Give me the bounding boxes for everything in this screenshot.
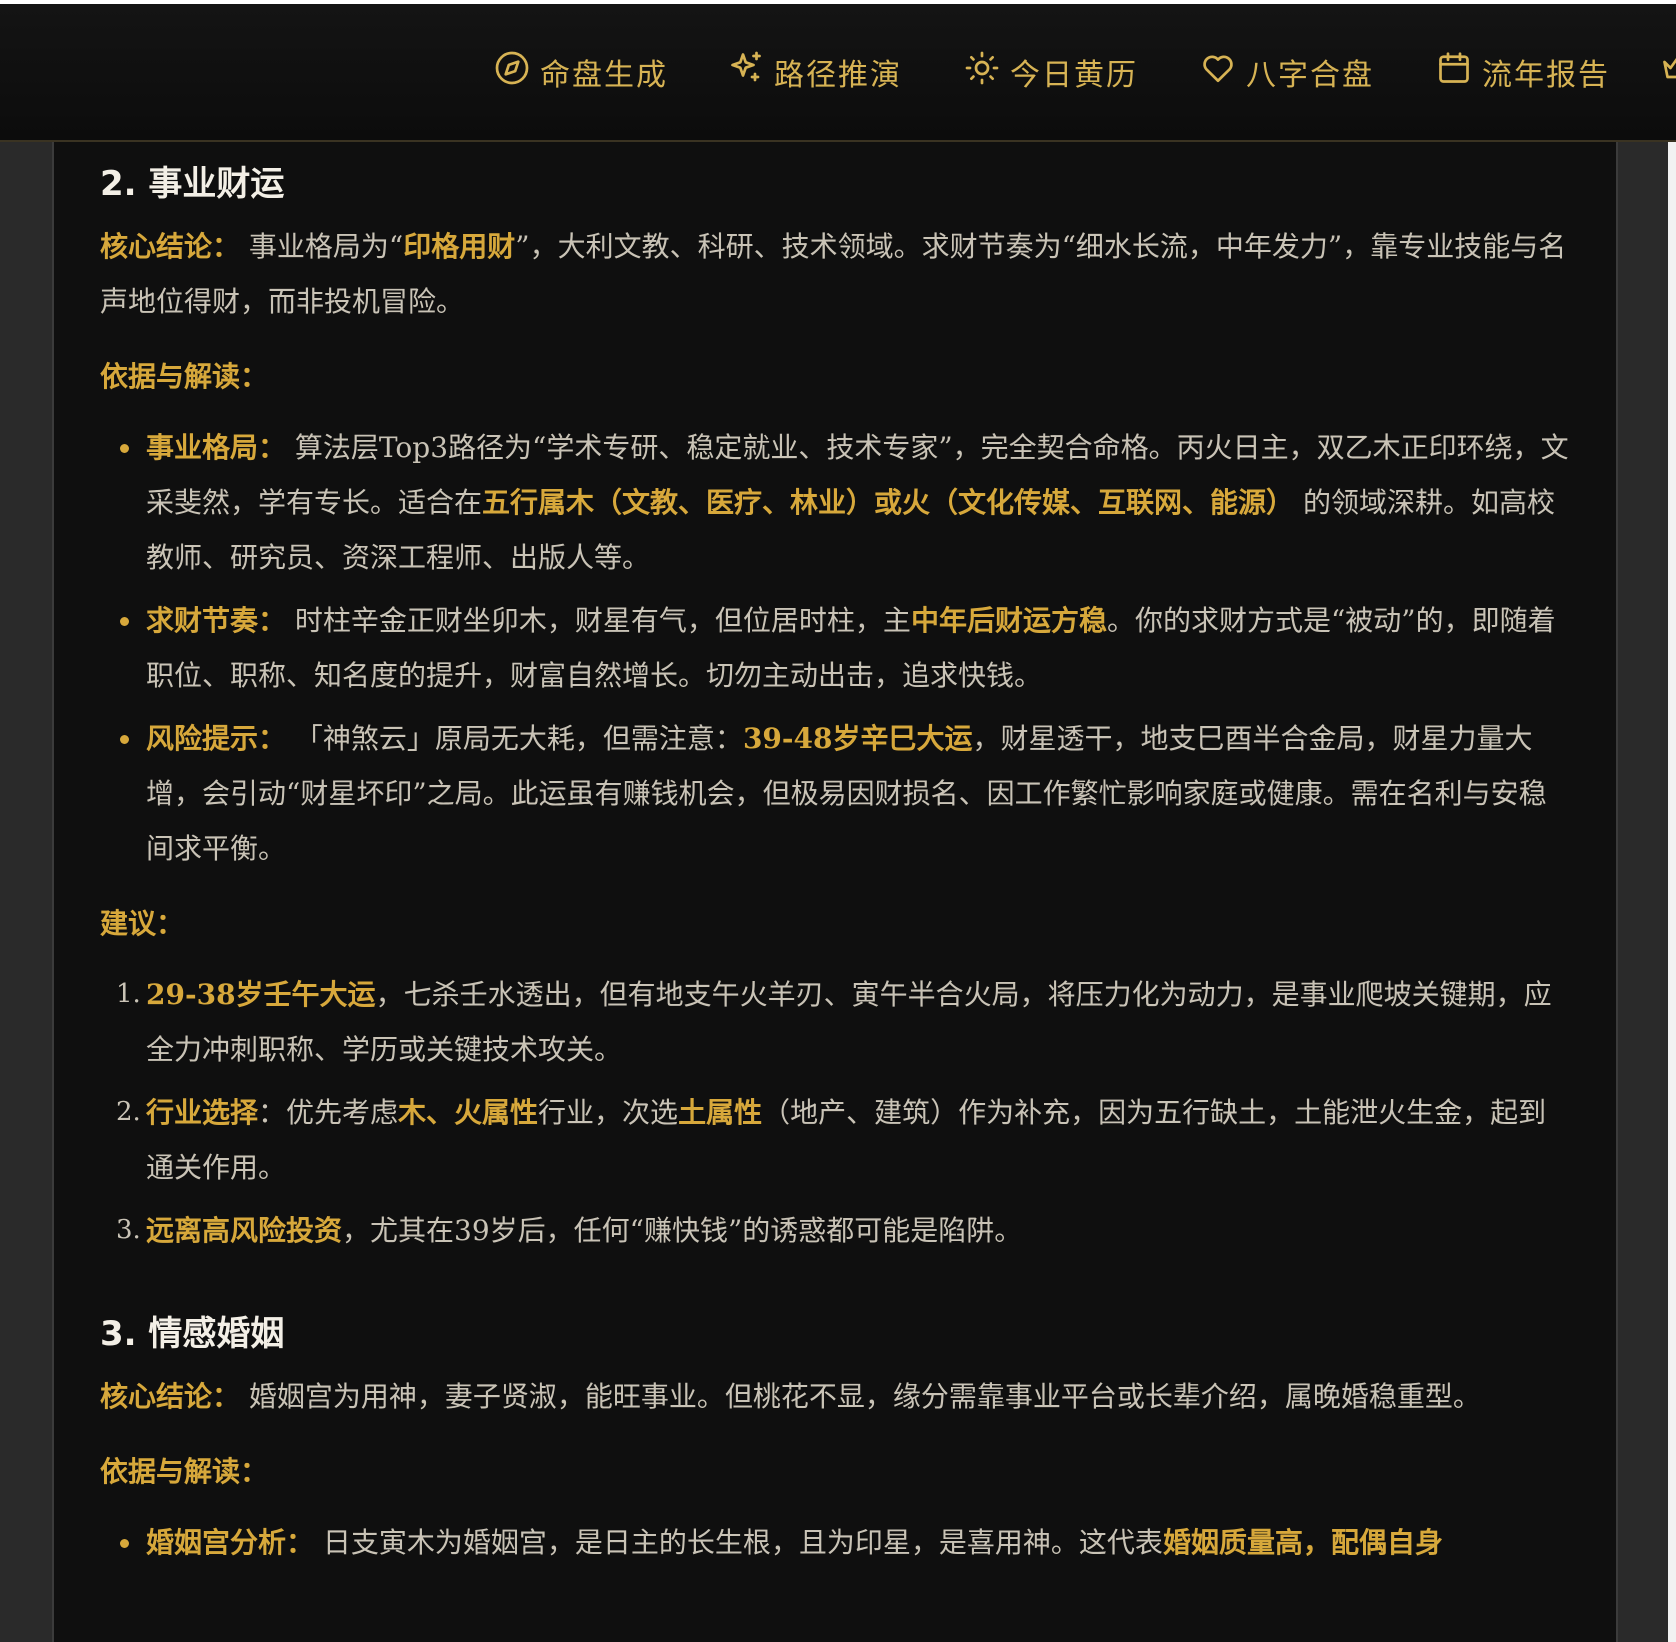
nav-path-deduce[interactable]: 路径推演 — [728, 44, 902, 100]
bullet-label: 求财节奏： — [146, 604, 287, 637]
core-conclusion: 核心结论： 婚姻宫为用神，妻子贤淑，能旺事业。但桃花不显，缘分需靠事业平台或长辈… — [100, 1369, 1570, 1424]
basis-list: 婚姻宫分析： 日支寅木为婚姻宫，是日主的长生根，且为印星，是喜用神。这代表婚姻质… — [100, 1515, 1570, 1570]
core-conclusion: 核心结论： 事业格局为“印格用财”，大利文教、科研、技术领域。求财节奏为“细水长… — [100, 219, 1570, 329]
advice-text: ，尤其在39岁后，任何“赚快钱”的诱惑都可能是陷阱。 — [342, 1214, 1023, 1247]
nav-more-truncated[interactable] — [1660, 44, 1676, 100]
section-title-career: 2. 事业财运 — [100, 164, 285, 204]
sun-icon — [964, 50, 1000, 94]
app-viewport: 2. 事业财运 核心结论： 事业格局为“印格用财”，大利文教、科研、技术领域。求… — [0, 4, 1676, 1642]
core-text: 事业格局为“ — [248, 230, 404, 263]
basis-heading: 依据与解读： — [100, 360, 269, 393]
nav-label: 今日黄历 — [1010, 58, 1138, 93]
calendar-icon — [1436, 50, 1472, 94]
bullet-highlight: 五行属木（文教、医疗、林业）或火（文化传媒、互联网、能源） — [482, 486, 1295, 519]
list-number: 3. — [116, 1215, 141, 1245]
section-title-marriage: 3. 情感婚姻 — [100, 1314, 285, 1354]
advice-highlight: 行业选择 — [146, 1096, 259, 1129]
bullet-label: 事业格局： — [146, 431, 287, 464]
report-content: 2. 事业财运 核心结论： 事业格局为“印格用财”，大利文教、科研、技术领域。求… — [100, 156, 1570, 1578]
bullet-text: 日支寅木为婚姻宫，是日主的长生根，且为印星，是喜用神。这代表 — [322, 1526, 1163, 1559]
nav-label: 八字合盘 — [1246, 58, 1374, 93]
advice-text-2: 行业，次选 — [538, 1096, 679, 1129]
core-highlight: 印格用财 — [403, 230, 516, 263]
report-panel: 2. 事业财运 核心结论： 事业格局为“印格用财”，大利文教、科研、技术领域。求… — [52, 4, 1618, 1642]
bullet-highlight: 中年后财运方稳 — [910, 604, 1107, 637]
list-item: 风险提示： 「神煞云」原局无大耗，但需注意：39-48岁辛巳大运，财星透干，地支… — [100, 711, 1570, 876]
list-item: 3. 远离高风险投资，尤其在39岁后，任何“赚快钱”的诱惑都可能是陷阱。 — [100, 1203, 1570, 1258]
list-item: 1. 29-38岁壬午大运，七杀壬水透出，但有地支午火羊刃、寅午半合火局，将压力… — [100, 967, 1570, 1077]
nav-almanac[interactable]: 今日黄历 — [964, 44, 1138, 100]
advice-list: 1. 29-38岁壬午大运，七杀壬水透出，但有地支午火羊刃、寅午半合火局，将压力… — [100, 967, 1570, 1258]
bullet-label: 风险提示： — [146, 722, 287, 755]
heart-icon — [1200, 50, 1236, 94]
advice-highlight: 远离高风险投资 — [146, 1214, 343, 1247]
compass-icon — [494, 50, 530, 94]
list-item: 2. 行业选择：优先考虑木、火属性行业，次选土属性（地产、建筑）作为补充，因为五… — [100, 1085, 1570, 1195]
scrollbar-track[interactable] — [1668, 4, 1676, 1642]
sparkles-icon — [728, 50, 764, 94]
bullet-text: 时柱辛金正财坐卯木，财星有气，但位居时柱，主 — [294, 604, 911, 637]
nav-label: 命盘生成 — [540, 58, 668, 93]
advice-text: ：优先考虑 — [258, 1096, 399, 1129]
bullet-highlight: 婚姻质量高，配偶自身 — [1162, 1526, 1443, 1559]
bullet-highlight: 39-48岁辛巳大运 — [742, 722, 973, 755]
basis-heading: 依据与解读： — [100, 1455, 269, 1488]
list-item: 婚姻宫分析： 日支寅木为婚姻宫，是日主的长生根，且为印星，是喜用神。这代表婚姻质… — [100, 1515, 1570, 1570]
top-navbar: 命盘生成 路径推演 今日黄历 八字合盘 流年报告 — [0, 4, 1676, 142]
nav-bazi-match[interactable]: 八字合盘 — [1200, 44, 1374, 100]
bullet-text: 「神煞云」原局无大耗，但需注意： — [294, 722, 743, 755]
advice-highlight: 29-38岁壬午大运 — [146, 978, 376, 1011]
advice-heading: 建议： — [100, 907, 185, 940]
core-label: 核心结论： — [100, 230, 241, 263]
core-label: 核心结论： — [100, 1380, 241, 1413]
list-item: 求财节奏： 时柱辛金正财坐卯木，财星有气，但位居时柱，主中年后财运方稳。你的求财… — [100, 593, 1570, 703]
list-number: 1. — [116, 979, 141, 1009]
advice-highlight-3: 土属性 — [678, 1096, 763, 1129]
list-item: 事业格局： 算法层Top3路径为“学术专研、稳定就业、技术专家”，完全契合命格。… — [100, 420, 1570, 585]
crown-icon — [1660, 50, 1676, 94]
bullet-label: 婚姻宫分析： — [146, 1526, 315, 1559]
nav-chart-generate[interactable]: 命盘生成 — [494, 44, 668, 100]
basis-list: 事业格局： 算法层Top3路径为“学术专研、稳定就业、技术专家”，完全契合命格。… — [100, 420, 1570, 876]
nav-label: 流年报告 — [1482, 58, 1610, 93]
core-text: 婚姻宫为用神，妻子贤淑，能旺事业。但桃花不显，缘分需靠事业平台或长辈介绍，属晚婚… — [248, 1380, 1481, 1413]
nav-annual-report[interactable]: 流年报告 — [1436, 44, 1610, 100]
advice-highlight-2: 木、火属性 — [398, 1096, 539, 1129]
list-number: 2. — [116, 1097, 141, 1127]
nav-label: 路径推演 — [774, 58, 902, 93]
